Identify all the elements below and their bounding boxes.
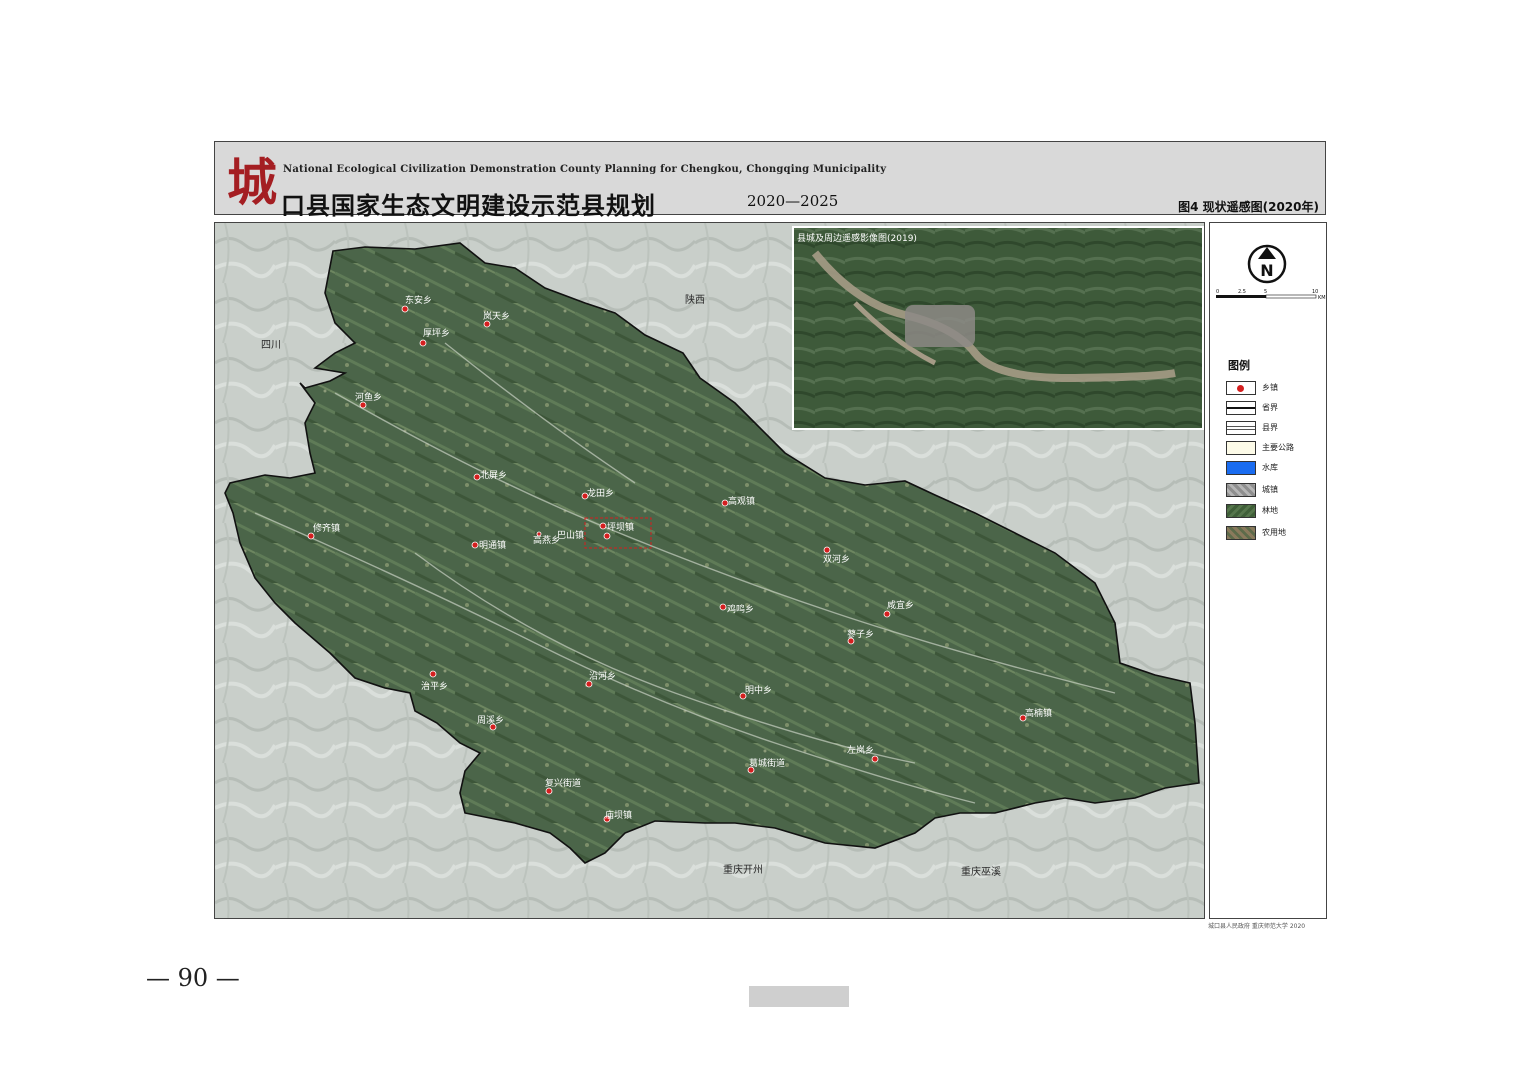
legend-item-forest: 林地 xyxy=(1226,504,1326,519)
town-marker[interactable]: 龙田乡 xyxy=(581,487,614,500)
svg-text:明中乡: 明中乡 xyxy=(745,684,772,696)
svg-text:葛城街道: 葛城街道 xyxy=(749,757,785,769)
reservoir-icon xyxy=(1226,461,1256,475)
legend-item-farmland: 农用地 xyxy=(1226,526,1326,541)
english-subtitle: National Ecological Civilization Demonst… xyxy=(283,164,887,175)
title-years: 2020—2025 xyxy=(747,192,839,210)
north-arrow-icon: N xyxy=(1247,244,1287,284)
region-label-wuxi: 重庆巫溪 xyxy=(961,865,1001,878)
province-boundary-icon xyxy=(1226,401,1256,415)
farmland-icon xyxy=(1226,526,1256,540)
header-band: 城 National Ecological Civilization Demon… xyxy=(214,141,1326,220)
svg-text:双河乡: 双河乡 xyxy=(823,553,850,565)
svg-text:巴山镇: 巴山镇 xyxy=(557,529,584,541)
legend-item-urban: 城镇 xyxy=(1226,483,1326,498)
svg-text:KM: KM xyxy=(1318,295,1326,301)
map-credit: 城口县人民政府 重庆师范大学 2020 xyxy=(1208,923,1306,930)
page-title: 口县国家生态文明建设示范县规划 xyxy=(281,192,656,220)
forest-land-icon xyxy=(1226,504,1256,518)
svg-text:左岚乡: 左岚乡 xyxy=(847,744,874,756)
svg-text:N: N xyxy=(1260,261,1273,280)
legend-item-reservoir: 水库 xyxy=(1226,461,1326,476)
svg-text:蓼子乡: 蓼子乡 xyxy=(847,628,874,640)
svg-text:咸宜乡: 咸宜乡 xyxy=(887,599,914,611)
legend-panel: N 0 2.5 5 10 KM 图例 乡镇 省界 县界 主要公路 水库 城镇 林… xyxy=(1209,222,1327,919)
svg-text:0: 0 xyxy=(1216,289,1219,295)
figure-title: 图4 现状遥感图(2020年) xyxy=(1178,200,1319,214)
svg-text:坪坝镇: 坪坝镇 xyxy=(607,521,634,533)
legend-item-main-road: 主要公路 xyxy=(1226,441,1326,456)
inset-map: 县城及周边遥感影像图(2019) xyxy=(792,226,1204,430)
page-number: — 90 — xyxy=(146,964,240,992)
region-label-sichuan: 四川 xyxy=(261,340,281,351)
town-marker[interactable]: 庙坝镇 xyxy=(603,809,632,823)
map-canvas: 陕西 四川 重庆开州 重庆巫溪 东安乡 岚天乡 厚坪乡 河鱼乡 北屏乡 龙田乡 … xyxy=(215,223,1204,918)
town-marker[interactable]: 高楠镇 xyxy=(1019,707,1052,722)
svg-text:厚坪乡: 厚坪乡 xyxy=(423,328,450,339)
region-label-kaizhou: 重庆开州 xyxy=(723,863,763,876)
svg-text:明通镇: 明通镇 xyxy=(479,539,506,551)
svg-text:周溪乡: 周溪乡 xyxy=(477,714,504,726)
footer-gray-bar xyxy=(749,986,849,1007)
legend-item-province-boundary: 省界 xyxy=(1226,401,1326,416)
svg-text:高楠镇: 高楠镇 xyxy=(1025,707,1052,719)
svg-text:沿河乡: 沿河乡 xyxy=(589,670,616,682)
svg-text:东安乡: 东安乡 xyxy=(405,294,432,306)
svg-text:治平乡: 治平乡 xyxy=(421,680,448,692)
svg-text:龙田乡: 龙田乡 xyxy=(587,487,614,499)
svg-text:复兴街道: 复兴街道 xyxy=(545,777,581,789)
county-boundary-icon xyxy=(1226,421,1256,435)
town-dot-icon xyxy=(1226,381,1256,395)
title-logo-char: 城 xyxy=(227,153,277,212)
svg-text:岚天乡: 岚天乡 xyxy=(483,311,510,322)
region-label-shaanxi: 陕西 xyxy=(685,293,705,306)
legend-item-town: 乡镇 xyxy=(1226,381,1326,396)
scale-bar: 0 2.5 5 10 KM xyxy=(1216,289,1326,301)
urban-area-icon xyxy=(1226,483,1256,497)
svg-text:北屏乡: 北屏乡 xyxy=(480,470,507,481)
legend-title: 图例 xyxy=(1228,359,1250,372)
inset-title: 县城及周边遥感影像图(2019) xyxy=(797,232,917,244)
svg-text:高燕乡: 高燕乡 xyxy=(533,534,560,546)
svg-text:高观镇: 高观镇 xyxy=(728,495,755,507)
legend-item-county-boundary: 县界 xyxy=(1226,421,1326,436)
svg-text:2.5: 2.5 xyxy=(1238,289,1246,295)
svg-text:鸡鸣乡: 鸡鸣乡 xyxy=(727,603,754,615)
main-road-icon xyxy=(1226,441,1256,455)
satellite-map: 陕西 四川 重庆开州 重庆巫溪 东安乡 岚天乡 厚坪乡 河鱼乡 北屏乡 龙田乡 … xyxy=(214,222,1205,919)
svg-text:河鱼乡: 河鱼乡 xyxy=(355,391,382,403)
svg-text:庙坝镇: 庙坝镇 xyxy=(605,809,632,821)
svg-text:修齐镇: 修齐镇 xyxy=(313,522,340,534)
svg-text:5: 5 xyxy=(1264,289,1267,295)
